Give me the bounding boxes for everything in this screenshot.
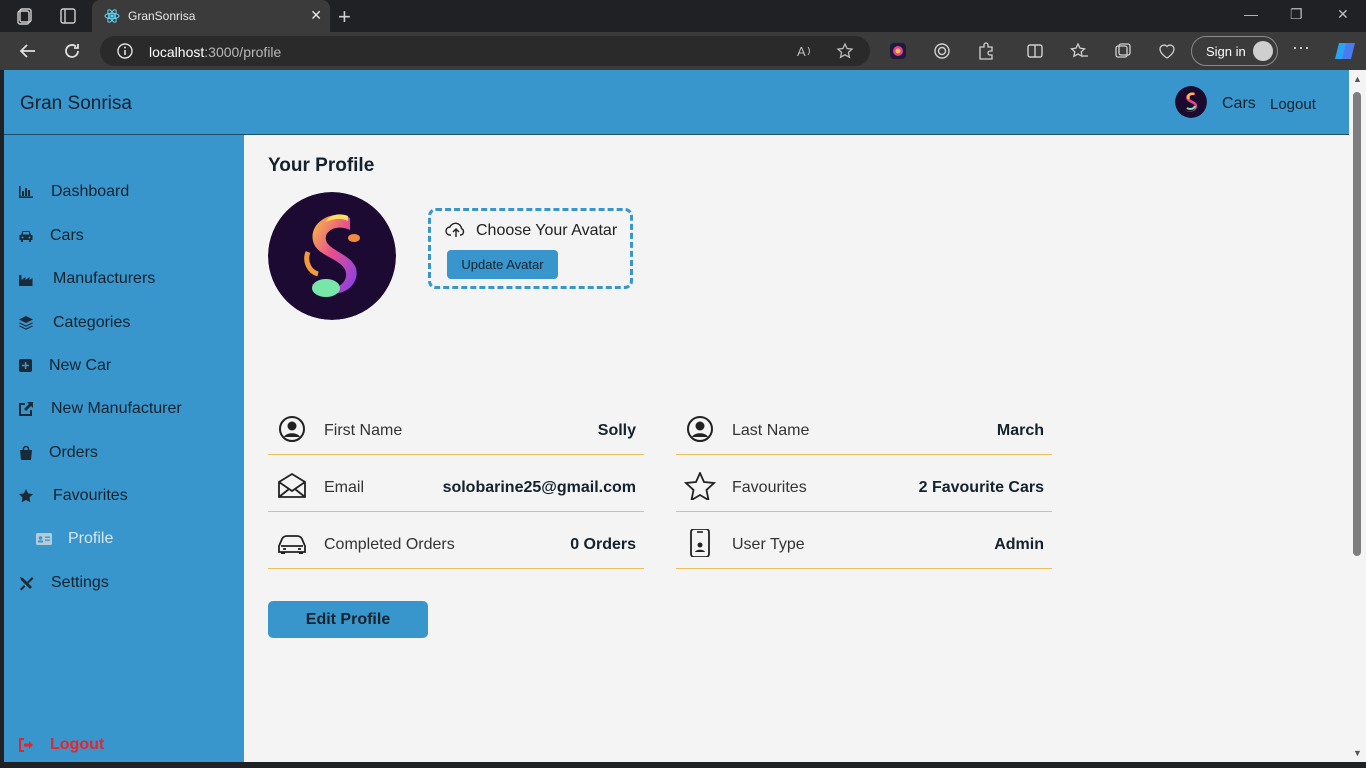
collections-icon[interactable] — [1113, 41, 1133, 61]
field-label: Favourites — [732, 479, 807, 496]
field-label: Last Name — [732, 422, 810, 439]
site-info-icon[interactable] — [116, 42, 134, 60]
field-value: March — [996, 422, 1044, 439]
profile-avatar-icon — [1253, 41, 1273, 61]
envelope-icon — [278, 472, 306, 498]
minimize-icon[interactable]: — — [1244, 6, 1258, 22]
user-circle-icon — [687, 416, 713, 442]
field-value: solobarine25@gmail.com — [442, 479, 636, 496]
sidebar-item-profile[interactable]: Profile — [4, 524, 244, 554]
star-icon — [19, 489, 33, 503]
layers-icon — [19, 316, 33, 330]
user-circle-icon — [279, 416, 305, 442]
car-icon — [19, 231, 33, 242]
choose-avatar-label[interactable]: Choose Your Avatar — [476, 222, 617, 240]
field-label: First Name — [324, 422, 403, 439]
scrollbar-thumb[interactable] — [1353, 92, 1361, 556]
nav-link-logout[interactable]: Logout — [1270, 96, 1316, 113]
field-email: Email solobarine25@gmail.com — [268, 462, 644, 512]
sidebar-item-favourites[interactable]: Favourites — [4, 481, 244, 511]
favorites-icon[interactable] — [1069, 41, 1089, 61]
chart-icon — [19, 186, 33, 198]
sidebar-item-new-car[interactable]: New Car — [4, 351, 244, 381]
sidebar-item-new-manufacturer[interactable]: New Manufacturer — [4, 394, 244, 424]
tools-icon — [20, 577, 34, 591]
window-close-icon[interactable]: ✕ — [1337, 6, 1349, 23]
field-value: Admin — [994, 536, 1044, 553]
avatar-upload-dropzone[interactable]: Choose Your Avatar Update Avatar — [428, 208, 633, 289]
id-card-icon — [36, 533, 52, 545]
sign-in-button[interactable]: Sign in — [1191, 36, 1278, 66]
field-value: 2 Favourite Cars — [918, 479, 1044, 496]
scroll-down-icon[interactable]: ▼ — [1353, 748, 1362, 758]
react-favicon-icon — [104, 9, 120, 23]
refresh-icon[interactable] — [61, 40, 83, 62]
sidebar-item-orders[interactable]: Orders — [4, 438, 244, 468]
address-bar[interactable]: localhost:3000/profile A — [100, 36, 870, 66]
sidebar-item-cars[interactable]: Cars — [4, 221, 244, 251]
field-label: User Type — [732, 536, 805, 553]
tab-actions-icon[interactable] — [58, 6, 78, 26]
page-scrollbar[interactable]: ▲ ▼ — [1349, 70, 1366, 762]
field-favourites: Favourites 2 Favourite Cars — [676, 462, 1052, 512]
plus-square-icon — [19, 359, 32, 372]
extension-target-icon[interactable] — [932, 41, 952, 61]
top-navbar: Gran Sonrisa Cars Logout — [4, 70, 1349, 135]
phone-badge-icon — [690, 529, 710, 557]
svg-text:A: A — [797, 44, 806, 59]
field-user-type: User Type Admin — [676, 519, 1052, 569]
tab-title: GranSonrisa — [128, 9, 196, 23]
nav-link-cars[interactable]: Cars — [1222, 95, 1256, 113]
factory-icon — [19, 275, 33, 286]
extension-color-icon[interactable] — [888, 41, 908, 61]
field-value: Solly — [597, 422, 636, 439]
read-aloud-icon[interactable]: A — [796, 42, 814, 60]
browser-essentials-icon[interactable] — [1157, 41, 1177, 61]
field-value: 0 Orders — [570, 536, 636, 553]
split-screen-icon[interactable] — [1025, 41, 1045, 61]
restore-icon[interactable]: ❐ — [1290, 6, 1303, 23]
sidebar-item-dashboard[interactable]: Dashboard — [4, 177, 244, 207]
field-label: Completed Orders — [324, 536, 455, 553]
more-menu-icon[interactable]: ⋯ — [1292, 38, 1312, 58]
close-tab-icon[interactable]: ✕ — [310, 7, 322, 24]
sidebar-item-manufacturers[interactable]: Manufacturers — [4, 264, 244, 294]
sidebar-logout[interactable]: Logout — [4, 730, 244, 760]
field-label: Email — [324, 479, 365, 496]
field-last-name: Last Name March — [676, 405, 1052, 455]
url-text: localhost:3000/profile — [149, 44, 282, 60]
new-tab-icon[interactable]: + — [338, 4, 351, 30]
profile-avatar — [268, 192, 396, 320]
page-viewport: Gran Sonrisa Cars Logout Dashboard Cars … — [4, 70, 1349, 762]
user-avatar-small[interactable] — [1175, 86, 1207, 118]
sidebar: Dashboard Cars Manufacturers Categories … — [4, 135, 244, 762]
sidebar-item-settings[interactable]: Settings — [4, 568, 244, 598]
sidebar-item-categories[interactable]: Categories — [4, 308, 244, 338]
extensions-puzzle-icon[interactable] — [976, 41, 996, 61]
browser-tab[interactable]: GranSonrisa ✕ — [92, 0, 330, 32]
page-title: Your Profile — [268, 155, 375, 176]
browser-toolbar: localhost:3000/profile A Sign in ⋯ — [0, 32, 1366, 70]
back-icon[interactable] — [17, 40, 39, 62]
logout-icon — [19, 738, 33, 752]
bag-icon — [20, 445, 32, 460]
copilot-icon[interactable] — [1333, 39, 1357, 63]
scroll-up-icon[interactable]: ▲ — [1353, 74, 1362, 84]
browser-tab-bar: GranSonrisa ✕ + — ❐ ✕ — [0, 0, 1366, 32]
external-link-icon — [19, 402, 33, 416]
favorite-star-icon[interactable] — [836, 42, 854, 60]
cloud-upload-icon — [445, 222, 465, 237]
car-outline-icon — [278, 535, 306, 554]
update-avatar-button[interactable]: Update Avatar — [447, 250, 558, 279]
field-completed-orders: Completed Orders 0 Orders — [268, 519, 644, 569]
brand-logo-text[interactable]: Gran Sonrisa — [20, 93, 132, 115]
star-outline-icon — [684, 472, 716, 500]
field-first-name: First Name Solly — [268, 405, 644, 455]
workspaces-icon[interactable] — [16, 6, 36, 26]
edit-profile-button[interactable]: Edit Profile — [268, 601, 428, 638]
profile-main: Your Profile Choose Your Avatar Update A… — [244, 135, 1349, 762]
